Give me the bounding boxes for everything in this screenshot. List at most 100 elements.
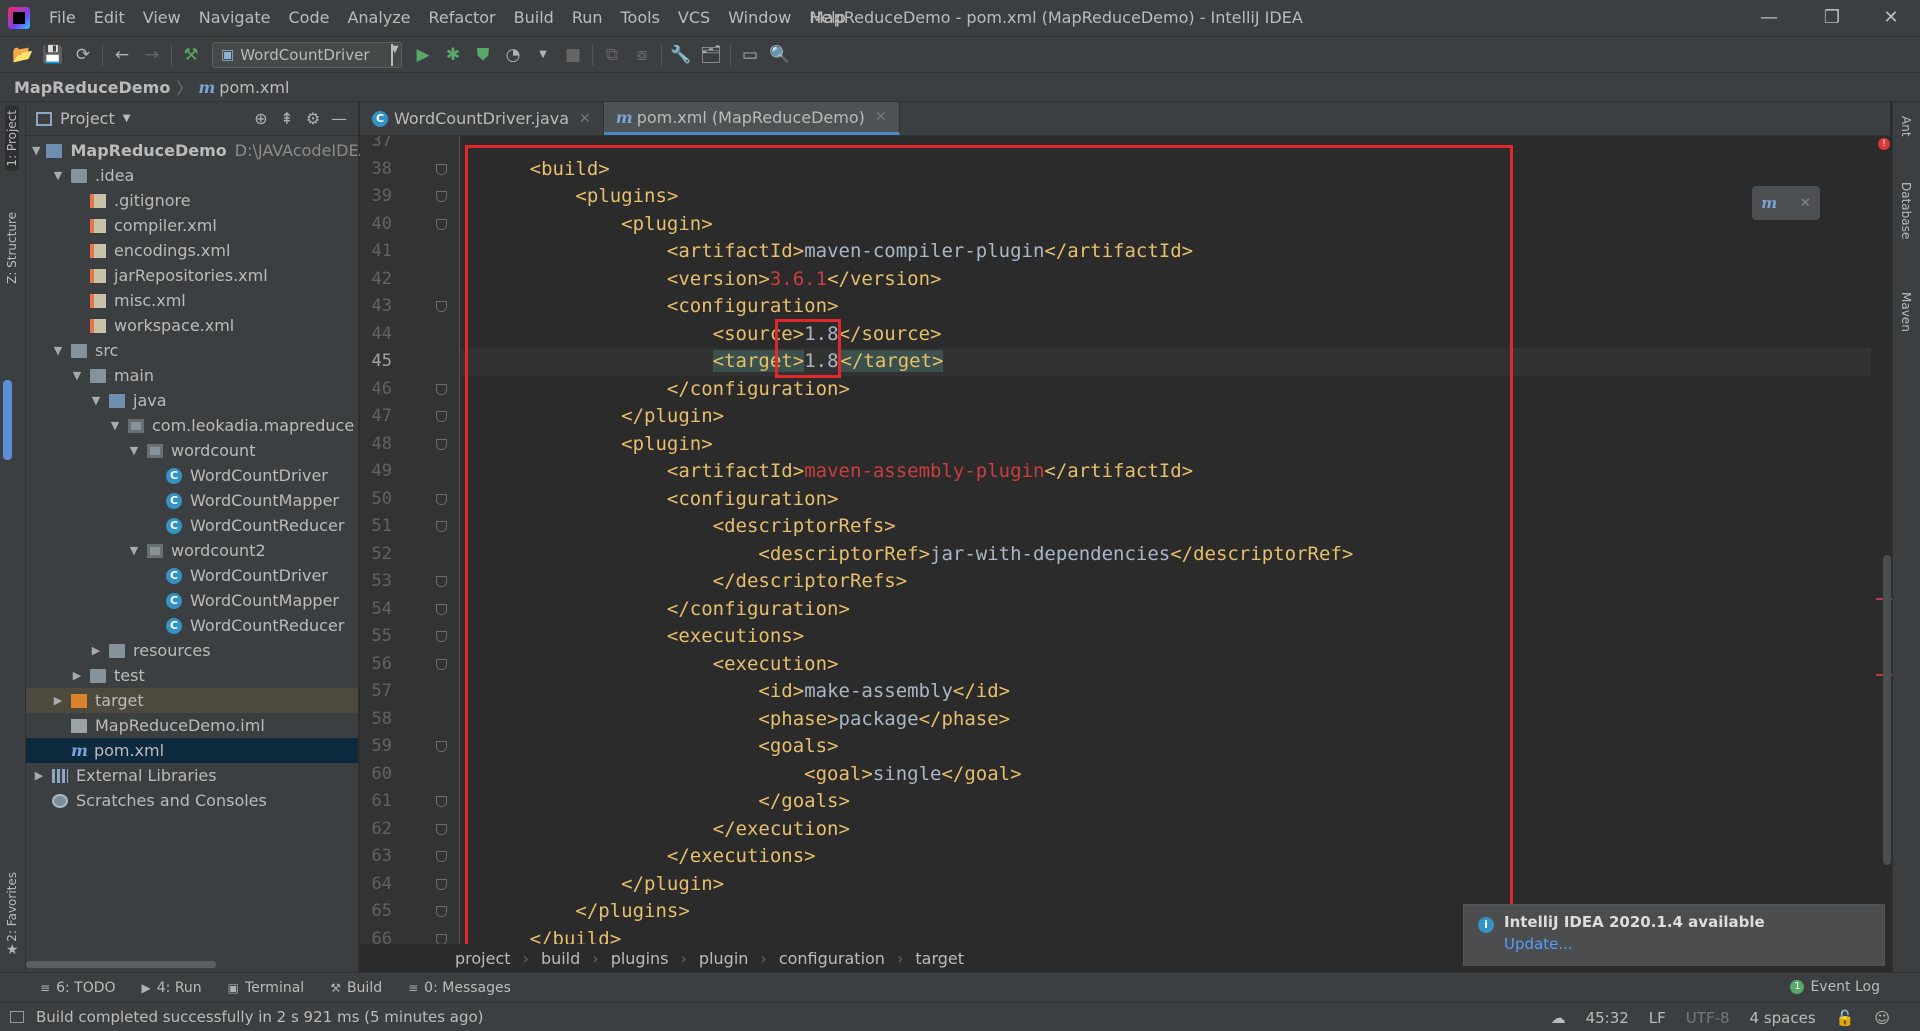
tree-item[interactable]: C WordCountReducer bbox=[26, 513, 358, 538]
expand-arrow-icon[interactable]: ▼ bbox=[51, 338, 65, 363]
line-number[interactable]: 53 bbox=[360, 568, 392, 596]
coverage-data-icon[interactable]: ⧇ bbox=[627, 41, 657, 69]
code-line[interactable]: </configuration> bbox=[461, 376, 1871, 404]
toggle-tool-windows-icon[interactable] bbox=[10, 1011, 24, 1023]
caret-position[interactable]: 45:32 bbox=[1586, 1009, 1629, 1027]
tree-item[interactable]: ▶ resources bbox=[26, 638, 358, 663]
code-line[interactable]: <plugin> bbox=[461, 431, 1871, 459]
settings-wrench-icon[interactable]: 🔧 bbox=[666, 41, 696, 69]
line-number[interactable]: 59 bbox=[360, 733, 392, 761]
code-line[interactable]: <goals> bbox=[461, 733, 1871, 761]
collapse-arrow-icon[interactable]: ▶ bbox=[70, 663, 84, 688]
code-line[interactable]: <executions> bbox=[461, 623, 1871, 651]
project-view-select[interactable]: Project bbox=[60, 109, 115, 128]
expand-arrow-icon[interactable]: ▼ bbox=[70, 363, 84, 388]
line-number[interactable]: 54 bbox=[360, 596, 392, 624]
line-number[interactable]: 66 bbox=[360, 926, 392, 945]
code-line[interactable]: </configuration> bbox=[461, 596, 1871, 624]
tree-item[interactable]: C WordCountDriver bbox=[26, 463, 358, 488]
code-line[interactable]: </goals> bbox=[461, 788, 1871, 816]
run-icon[interactable]: ▶ bbox=[408, 41, 438, 69]
ant-tool-button[interactable]: Ant bbox=[1899, 116, 1913, 137]
restore-button[interactable]: ❐ bbox=[1803, 0, 1861, 36]
inspector-icon[interactable]: ☺ bbox=[1874, 1009, 1890, 1027]
code-line[interactable]: <version>3.6.1</version> bbox=[461, 266, 1871, 294]
close-icon[interactable]: ✕ bbox=[875, 109, 887, 125]
save-all-icon[interactable]: 💾 bbox=[38, 41, 68, 69]
gear-icon[interactable]: ⚙ bbox=[300, 109, 326, 128]
line-number[interactable]: 39 bbox=[360, 183, 392, 211]
tool-window-button[interactable]: ≡ 0: Messages bbox=[408, 980, 511, 996]
line-number[interactable]: 52 bbox=[360, 541, 392, 569]
tree-item[interactable]: ▼ wordcount2 bbox=[26, 538, 358, 563]
tree-item[interactable]: .gitignore bbox=[26, 188, 358, 213]
coverage-icon[interactable]: ⛊ bbox=[468, 41, 498, 69]
collapse-arrow-icon[interactable]: ▶ bbox=[89, 638, 103, 663]
xml-crumb[interactable]: plugin bbox=[699, 949, 748, 968]
menu-code[interactable]: Code bbox=[280, 0, 339, 36]
fold-marker-icon[interactable] bbox=[436, 521, 447, 532]
xml-crumb[interactable]: plugins bbox=[611, 949, 669, 968]
tree-item[interactable]: encodings.xml bbox=[26, 238, 358, 263]
fold-marker-icon[interactable] bbox=[436, 493, 447, 505]
tree-item[interactable]: ▼ java bbox=[26, 388, 358, 413]
expand-arrow-icon[interactable]: ▼ bbox=[127, 538, 141, 563]
debug-icon[interactable]: ✱ bbox=[438, 41, 468, 69]
menu-run[interactable]: Run bbox=[563, 0, 612, 36]
tree-item[interactable]: m pom.xml bbox=[26, 738, 358, 763]
fold-marker-icon[interactable] bbox=[436, 576, 447, 587]
menu-window[interactable]: Window bbox=[719, 0, 800, 36]
editor-tab[interactable]: C WordCountDriver.java ✕ bbox=[360, 102, 604, 135]
hide-panel-icon[interactable]: — bbox=[326, 109, 352, 128]
code-line[interactable]: <artifactId>maven-assembly-plugin</artif… bbox=[461, 458, 1871, 486]
code-line[interactable]: <target>1.8 </target> bbox=[461, 348, 1871, 376]
presentation-icon[interactable]: ▭ bbox=[735, 41, 765, 69]
code-line[interactable] bbox=[461, 136, 1871, 156]
tool-window-button[interactable]: ⚒ Build bbox=[330, 980, 382, 996]
line-number[interactable]: 48 bbox=[360, 431, 392, 459]
attach-debugger-icon[interactable]: ⧉ bbox=[597, 41, 627, 69]
menu-navigate[interactable]: Navigate bbox=[190, 0, 280, 36]
tree-item[interactable]: C WordCountDriver bbox=[26, 563, 358, 588]
xml-crumb[interactable]: configuration bbox=[779, 949, 885, 968]
code-line[interactable]: <configuration> bbox=[461, 293, 1871, 321]
tree-item[interactable]: MapReduceDemo.iml bbox=[26, 713, 358, 738]
tree-item[interactable]: ▼ .idea bbox=[26, 163, 358, 188]
nav-project-crumb[interactable]: MapReduceDemo bbox=[14, 78, 170, 97]
project-structure-icon[interactable]: 🗂 bbox=[696, 41, 726, 69]
code-line[interactable]: <execution> bbox=[461, 651, 1871, 679]
database-tool-button[interactable]: Database bbox=[1899, 182, 1913, 239]
error-indicator-icon[interactable]: ! bbox=[1878, 138, 1890, 150]
line-number[interactable]: 37 bbox=[360, 136, 392, 156]
tree-item[interactable]: ▼ wordcount bbox=[26, 438, 358, 463]
nav-file-crumb[interactable]: pom.xml bbox=[219, 78, 289, 97]
fold-marker-icon[interactable] bbox=[436, 933, 447, 944]
menu-tools[interactable]: Tools bbox=[612, 0, 669, 36]
code-editor[interactable]: 37 38 39 40 41 42 43 44 45 46 47 48 49 50 51 52 53 54 55 56… bbox=[360, 136, 1890, 944]
file-encoding[interactable]: UTF-8 bbox=[1686, 1009, 1730, 1027]
chevron-down-icon[interactable]: ▼ bbox=[123, 113, 131, 124]
menu-build[interactable]: Build bbox=[505, 0, 563, 36]
fold-marker-icon[interactable] bbox=[436, 191, 447, 202]
event-log-button[interactable]: 1 Event Log bbox=[1790, 979, 1880, 995]
fold-marker-icon[interactable] bbox=[436, 823, 447, 835]
xml-crumb[interactable]: target bbox=[915, 949, 964, 968]
line-number[interactable]: 44 bbox=[360, 321, 392, 349]
status-message[interactable]: Build completed successfully in 2 s 921 … bbox=[36, 1008, 484, 1026]
code-line[interactable]: <plugin> bbox=[461, 211, 1871, 239]
horizontal-scrollbar[interactable] bbox=[26, 961, 216, 968]
line-number[interactable]: 43 bbox=[360, 293, 392, 321]
menu-refactor[interactable]: Refactor bbox=[420, 0, 505, 36]
project-tool-button[interactable]: 1: Project bbox=[5, 106, 19, 171]
line-number[interactable]: 46 bbox=[360, 376, 392, 404]
tree-item[interactable]: C WordCountMapper bbox=[26, 588, 358, 613]
menu-analyze[interactable]: Analyze bbox=[338, 0, 419, 36]
minimize-button[interactable]: — bbox=[1740, 0, 1798, 36]
code-line[interactable]: </executions> bbox=[461, 843, 1871, 871]
fold-marker-icon[interactable] bbox=[436, 383, 447, 395]
tree-item[interactable]: ▼ src bbox=[26, 338, 358, 363]
expand-arrow-icon[interactable]: ▼ bbox=[32, 138, 40, 163]
open-folder-icon[interactable]: 📂 bbox=[8, 41, 38, 69]
line-number[interactable]: 47 bbox=[360, 403, 392, 431]
tool-window-button[interactable]: ≡ 6: TODO bbox=[40, 980, 116, 996]
